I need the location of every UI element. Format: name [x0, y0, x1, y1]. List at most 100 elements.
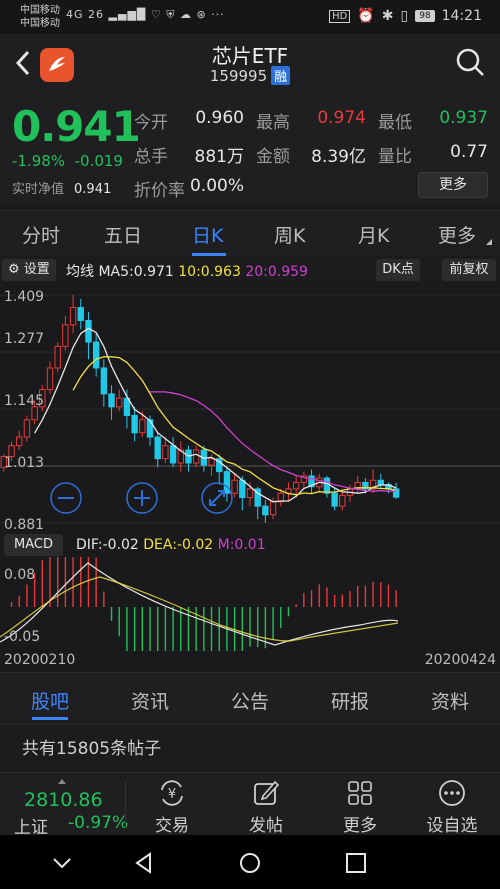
chevron-down-icon[interactable]	[50, 851, 74, 875]
zoom-in-icon[interactable]	[126, 482, 158, 514]
tab-research[interactable]: 研报	[300, 687, 400, 714]
candle	[62, 324, 69, 347]
carrier-labels: 中国移动 中国移动	[20, 4, 60, 30]
ma-legend: 均线 MA5:0.971 10:0.963 20:0.959	[66, 261, 308, 281]
add-watchlist-button[interactable]: 设自选	[412, 777, 492, 836]
kline-chart[interactable]: 1.409 1.277 1.145 1.013 0.881	[0, 283, 500, 533]
macd-dea: DEA:-0.02	[143, 537, 214, 553]
signal-text: 4G 26	[66, 8, 105, 21]
axis-labels: 1.409 1.277 1.145 1.013 0.881	[4, 289, 44, 533]
add-watchlist-label: 设自选	[426, 816, 478, 836]
hd-icon: HD	[329, 9, 351, 23]
macd-axis-top: 0.08	[4, 567, 35, 583]
tab-intraday[interactable]: 分时	[22, 221, 60, 248]
zoom-out-icon[interactable]	[50, 482, 82, 514]
stock-code: 159995	[209, 67, 268, 85]
ratio-value: 0.77	[450, 142, 488, 162]
recents-nav-icon[interactable]	[344, 851, 368, 875]
expand-up-icon[interactable]	[58, 779, 66, 784]
candle	[231, 479, 238, 494]
trade-label: 交易	[155, 816, 189, 836]
back-nav-icon[interactable]	[132, 851, 156, 875]
zoom-controls	[50, 482, 233, 514]
clock: 14:21	[441, 8, 482, 24]
app-header: 芯片ETF 159995 融	[0, 34, 500, 94]
more-label: 更多	[343, 816, 377, 836]
post-button[interactable]: 发帖	[226, 777, 306, 836]
period-tabs: 分时 五日 日K 周K 月K 更多	[0, 210, 500, 256]
macd-header: MACD DIF:-0.02 DEA:-0.02 M:0.01	[0, 533, 500, 557]
signal-icon: 4G 26 ▂▄▆█ ♡ ⛨ ☁ ⊛ ···	[66, 8, 225, 21]
candle	[169, 445, 177, 464]
bluetooth-icon: ✱	[381, 8, 394, 24]
candle	[23, 419, 31, 438]
current-price: 0.941	[12, 102, 141, 151]
trade-icon: ¥	[132, 777, 212, 809]
trade-button[interactable]: ¥ 交易	[132, 777, 212, 836]
discount-label: 折价率	[134, 181, 185, 201]
price-change: -1.98% -0.019	[12, 152, 123, 170]
tab-profile[interactable]: 资料	[400, 687, 500, 714]
more-quote-button[interactable]: 更多	[418, 172, 488, 198]
nav-row: 实时净值 0.941	[12, 178, 111, 197]
tab-five-day[interactable]: 五日	[104, 221, 142, 248]
ma5-value: MA5:0.971	[98, 264, 174, 280]
tab-more[interactable]: 更多	[438, 221, 476, 248]
low-value: 0.937	[439, 108, 488, 128]
candle	[262, 505, 269, 516]
amount-value: 8.39亿	[311, 147, 366, 167]
active-tab-indicator	[192, 253, 226, 256]
candle	[208, 458, 215, 466]
page-title: 芯片ETF	[211, 44, 289, 68]
adjust-button[interactable]: 前复权	[442, 259, 496, 281]
candle	[339, 494, 346, 507]
settings-button[interactable]: ⚙ 设置	[2, 259, 56, 281]
macd-button[interactable]: MACD	[4, 534, 63, 556]
status-bar: 中国移动 中国移动 4G 26 ▂▄▆█ ♡ ⛨ ☁ ⊛ ··· HD ⏰ ✱ …	[0, 0, 500, 34]
more-dropdown-icon	[486, 239, 492, 245]
tab-daily-k[interactable]: 日K	[192, 221, 223, 248]
candle	[54, 345, 61, 369]
chart-toolbar: ⚙ 设置 均线 MA5:0.971 10:0.963 20:0.959 DK点 …	[0, 257, 500, 283]
y-tick-label: 1.409	[4, 289, 44, 305]
tab-weekly-k[interactable]: 周K	[274, 221, 305, 248]
y-tick-label: 1.013	[4, 455, 44, 471]
grid-icon	[320, 777, 400, 809]
home-nav-icon[interactable]	[238, 851, 262, 875]
candle	[269, 501, 277, 516]
ratio-label: 量比	[378, 147, 412, 167]
status-right: HD ⏰ ✱ ▯ 98 14:21	[329, 8, 482, 24]
margin-badge: 融	[271, 66, 291, 85]
dk-point-button[interactable]: DK点	[376, 259, 420, 281]
macd-dif: DIF:-0.02	[76, 537, 139, 553]
macd-chart[interactable]: 0.08 -0.05	[0, 557, 500, 651]
post-count: 共有15805条帖子	[0, 724, 500, 772]
more-button[interactable]: 更多	[320, 777, 400, 836]
candle	[146, 419, 154, 438]
y-tick-label: 1.145	[4, 393, 44, 409]
svg-text:¥: ¥	[168, 787, 176, 802]
stock-code-line: 159995 融	[0, 66, 500, 85]
candle	[139, 419, 146, 434]
more-dots-icon	[412, 777, 492, 809]
post-label: 发帖	[249, 816, 283, 836]
discount-value: 0.00%	[189, 176, 244, 196]
gear-icon: ⚙	[8, 262, 20, 277]
ma20-value: 20:0.959	[245, 264, 308, 280]
fullscreen-icon[interactable]	[201, 482, 233, 514]
y-tick-label: 1.277	[4, 331, 44, 347]
search-icon[interactable]	[454, 46, 486, 78]
active-content-tab-indicator	[32, 717, 68, 720]
tab-monthly-k[interactable]: 月K	[358, 221, 389, 248]
index-value[interactable]: 2810.86	[24, 789, 103, 811]
ma20-line	[149, 391, 397, 492]
change-percent: -1.98%	[12, 152, 66, 170]
tab-news[interactable]: 资讯	[100, 687, 200, 714]
candle	[292, 481, 300, 490]
footer-toolbar: 2810.86 上证 -0.97% ¥ 交易 发帖 更多 设自选	[0, 772, 500, 838]
candle	[46, 367, 54, 391]
tab-announcements[interactable]: 公告	[200, 687, 300, 714]
index-percent[interactable]: -0.97%	[68, 813, 128, 833]
tab-forum[interactable]: 股吧	[0, 687, 100, 714]
candle	[116, 397, 123, 408]
